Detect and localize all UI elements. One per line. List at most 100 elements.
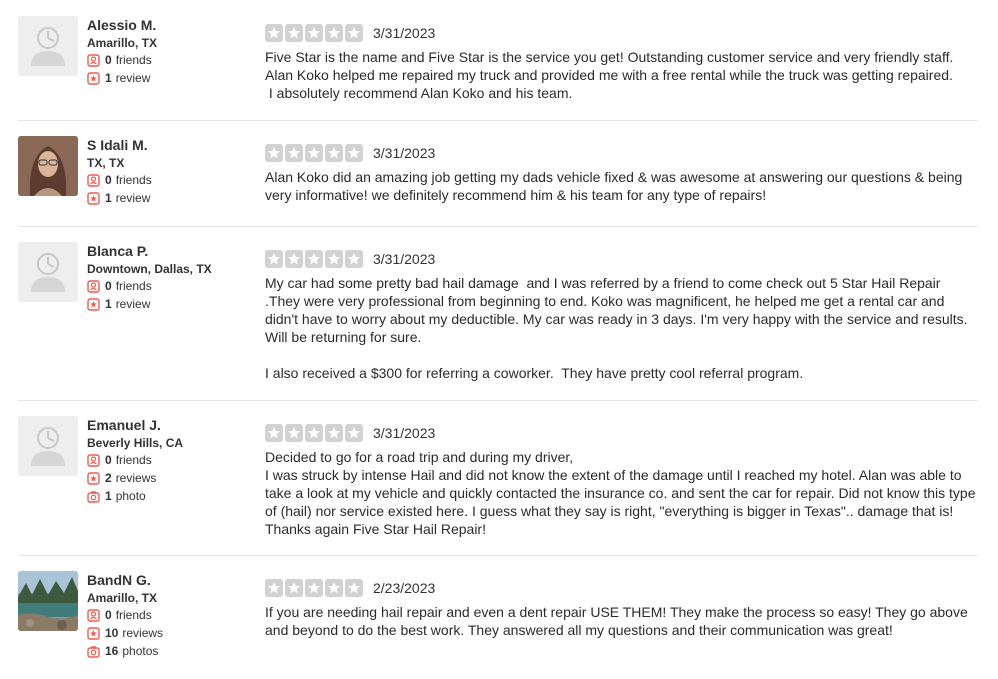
star-icon (265, 144, 283, 162)
divider (18, 226, 978, 227)
rating-stars (265, 24, 365, 42)
avatar[interactable] (18, 16, 78, 76)
review-text: Alan Koko did an amazing job getting my … (265, 169, 967, 203)
rating-stars (265, 250, 365, 268)
reviews-label: review (115, 191, 151, 205)
review-date: 3/31/2023 (373, 25, 436, 41)
friends-count: 0 (105, 608, 112, 622)
reviews-label: reviews (115, 471, 157, 485)
friends-count: 0 (105, 279, 112, 293)
review-text: If you are needing hail repair and even … (265, 604, 972, 638)
review-date: 3/31/2023 (373, 425, 436, 441)
rating-stars (265, 579, 365, 597)
star-icon (345, 144, 363, 162)
review-date: 2/23/2023 (373, 580, 436, 596)
friends-icon (87, 279, 100, 293)
review-star-icon (87, 191, 100, 205)
review-date: 3/31/2023 (373, 145, 436, 161)
rating-stars (265, 144, 365, 162)
photos-stat: 16 photos (87, 642, 257, 660)
review-star-icon (87, 297, 100, 311)
star-icon (325, 424, 343, 442)
friends-count: 0 (105, 173, 112, 187)
star-icon (325, 24, 343, 42)
friends-icon (87, 608, 100, 622)
avatar[interactable] (18, 571, 78, 631)
camera-icon (87, 490, 100, 503)
friends-stat: 0 friends (87, 171, 257, 189)
user-location: Amarillo, TX (87, 36, 158, 50)
photos-count: 16 (105, 644, 119, 658)
reviews-count: 1 (105, 297, 112, 311)
divider (18, 120, 978, 121)
review-star-icon (87, 471, 100, 485)
avatar[interactable] (18, 416, 78, 476)
review-text: My car had some pretty bad hail damage a… (265, 275, 968, 381)
star-icon (305, 144, 323, 162)
review-star-icon (87, 71, 100, 85)
friends-stat: 0 friends (87, 606, 257, 624)
review-text: Five Star is the name and Five Star is t… (265, 49, 954, 101)
star-icon (265, 24, 283, 42)
default-avatar-icon (18, 16, 78, 76)
star-icon (265, 424, 283, 442)
camera-icon (87, 645, 100, 658)
star-icon (305, 579, 323, 597)
reviews-label: reviews (122, 626, 164, 640)
reviews-label: review (115, 71, 151, 85)
friends-stat: 0 friends (87, 451, 257, 469)
star-icon (325, 250, 343, 268)
star-icon (305, 424, 323, 442)
default-avatar-icon (18, 416, 78, 476)
star-icon (305, 24, 323, 42)
star-icon (285, 144, 303, 162)
reviews-label: review (115, 297, 151, 311)
star-icon (265, 250, 283, 268)
reviews-count: 1 (105, 191, 112, 205)
reviews-stat: 1 review (87, 69, 257, 87)
friends-count: 0 (105, 53, 112, 67)
reviews-stat: 1 review (87, 189, 257, 207)
user-photo-icon (18, 136, 78, 196)
star-icon (265, 579, 283, 597)
user-location: Beverly Hills, CA (87, 436, 184, 450)
divider (18, 555, 978, 556)
friends-label: friends (115, 53, 152, 67)
star-icon (345, 250, 363, 268)
photos-label: photos (122, 644, 159, 658)
user-location: Downtown, Dallas, TX (87, 262, 212, 276)
reviews-stat: 10 reviews (87, 624, 257, 642)
default-avatar-icon (18, 242, 78, 302)
star-icon (345, 24, 363, 42)
user-name[interactable]: S Idali M. (87, 136, 257, 154)
user-name[interactable]: Alessio M. (87, 16, 257, 34)
photos-count: 1 (105, 489, 112, 503)
avatar[interactable] (18, 136, 78, 196)
reviews-stat: 2 reviews (87, 469, 257, 487)
review-date: 3/31/2023 (373, 251, 436, 267)
user-photo-icon (18, 571, 78, 631)
friends-icon (87, 173, 100, 187)
star-icon (285, 24, 303, 42)
review-star-icon (87, 626, 100, 640)
user-name[interactable]: Blanca P. (87, 242, 257, 260)
user-location: TX, TX (87, 156, 125, 170)
friends-icon (87, 453, 100, 467)
friends-icon (87, 53, 100, 67)
reviews-stat: 1 review (87, 295, 257, 313)
user-name[interactable]: BandN G. (87, 571, 257, 589)
friends-stat: 0 friends (87, 277, 257, 295)
photos-label: photo (115, 489, 146, 503)
star-icon (345, 579, 363, 597)
star-icon (305, 250, 323, 268)
friends-label: friends (115, 173, 152, 187)
star-icon (285, 579, 303, 597)
user-name[interactable]: Emanuel J. (87, 416, 257, 434)
reviews-count: 10 (105, 626, 119, 640)
friends-stat: 0 friends (87, 51, 257, 69)
divider (18, 400, 978, 401)
star-icon (325, 579, 343, 597)
avatar[interactable] (18, 242, 78, 302)
user-location: Amarillo, TX (87, 591, 158, 605)
star-icon (325, 144, 343, 162)
